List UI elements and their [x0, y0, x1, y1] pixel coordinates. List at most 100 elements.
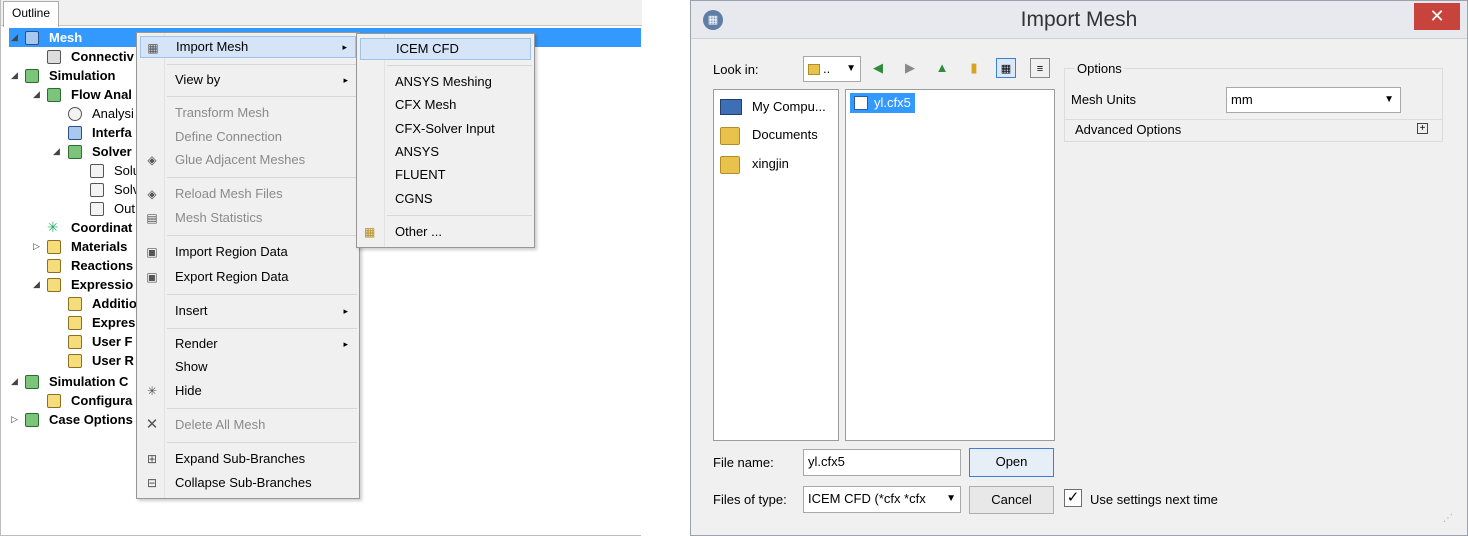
flow-analysis-icon [47, 88, 61, 102]
output-icon [90, 202, 104, 216]
submenu-item-icem-cfd[interactable]: ICEM CFD [360, 38, 531, 60]
context-menu: ▦ Import Mesh ▸ View by ▸ Transform Mesh… [136, 32, 360, 499]
case-options-icon [25, 413, 39, 427]
tree-item-label: User F [92, 334, 133, 349]
menu-separator [387, 215, 532, 216]
submenu-arrow-icon: ▸ [343, 75, 348, 85]
tree-item-label: Materials [71, 239, 128, 254]
mesh-icon [25, 31, 39, 45]
menu-separator [167, 294, 357, 295]
folder-icon: ▦ [364, 225, 376, 239]
tree-item-label: Additio [92, 296, 137, 311]
place-label: Documents [752, 127, 818, 142]
file-name-input[interactable]: yl.cfx5 [803, 449, 961, 476]
menu-item-import-region-data[interactable]: ▣ Import Region Data [140, 241, 356, 263]
dropdown-arrow-icon: ▼ [1384, 94, 1394, 105]
tab-outline[interactable]: Outline [3, 1, 60, 27]
dropdown-arrow-icon: ▼ [944, 487, 956, 511]
file-name-label: File name: [713, 455, 774, 470]
menu-item-view-by[interactable]: View by ▸ [140, 69, 356, 91]
cancel-button[interactable]: Cancel [969, 486, 1054, 514]
menu-item-reload-mesh-files[interactable]: ◈ Reload Mesh Files [140, 183, 356, 205]
collapse-icon[interactable]: ◢ [11, 372, 20, 391]
resize-grip-icon[interactable]: ⋰ [1443, 513, 1453, 524]
options-title: Options [1075, 61, 1124, 76]
collapse-icon[interactable]: ◢ [53, 142, 62, 161]
submenu-item-cfx-solver-input[interactable]: CFX-Solver Input [360, 118, 531, 140]
interface-icon [68, 126, 82, 140]
delete-icon: ✕ [145, 416, 159, 433]
use-settings-checkbox[interactable]: ✓ [1064, 489, 1082, 507]
tree-item-label: Configura [71, 393, 133, 408]
place-xingjin[interactable]: xingjin [714, 152, 838, 178]
back-icon[interactable]: ◀ [868, 58, 888, 78]
place-documents[interactable]: Documents [714, 123, 838, 149]
advanced-options-row[interactable]: Advanced Options + [1064, 120, 1443, 142]
menu-separator [167, 64, 357, 65]
menu-item-insert[interactable]: Insert ▸ [140, 300, 356, 322]
menu-separator [167, 235, 357, 236]
menu-item-show[interactable]: Show [140, 356, 356, 378]
menu-item-import-mesh[interactable]: ▦ Import Mesh ▸ [140, 36, 356, 58]
collapse-icon[interactable]: ◢ [33, 85, 42, 104]
mesh-units-value: mm [1231, 92, 1253, 107]
menu-item-define-connection[interactable]: Define Connection [140, 126, 356, 148]
collapse-icon[interactable]: ◢ [11, 28, 20, 47]
menu-item-label: View by [175, 72, 221, 87]
close-button[interactable]: ✕ [1414, 3, 1460, 30]
submenu-item-cgns[interactable]: CGNS [360, 188, 531, 210]
menu-item-hide[interactable]: ✳ Hide [140, 380, 356, 402]
submenu-item-cfx-mesh[interactable]: CFX Mesh [360, 94, 531, 116]
forward-icon[interactable]: ▶ [900, 58, 920, 78]
menu-item-expand-sub-branches[interactable]: ⊞ Expand Sub-Branches [140, 448, 356, 470]
submenu-arrow-icon: ▸ [342, 42, 347, 52]
reactions-icon [47, 259, 61, 273]
tree-item-label: Simulation [49, 68, 116, 83]
look-in-select[interactable]: .. ▼ [803, 56, 861, 82]
expand-icon[interactable]: ▷ [11, 410, 20, 429]
file-item[interactable]: yl.cfx5 [850, 93, 915, 113]
tree-item-label: Coordinat [71, 220, 133, 235]
menu-separator [167, 96, 357, 97]
menu-item-label: Expand Sub-Branches [175, 451, 306, 466]
menu-item-render[interactable]: Render ▸ [140, 333, 356, 355]
menu-item-label: Export Region Data [175, 269, 289, 284]
expand-icon[interactable]: ▷ [33, 237, 42, 256]
menu-item-label: Reload Mesh Files [175, 186, 283, 201]
place-my-computer[interactable]: My Compu... [714, 94, 838, 120]
menu-item-mesh-statistics[interactable]: ▤ Mesh Statistics [140, 207, 356, 229]
submenu-item-fluent[interactable]: FLUENT [360, 164, 531, 186]
import-mesh-dialog: ▦ Import Mesh ✕ Look in: .. ▼ ◀ ▶ ▲ ▮ ▦ … [690, 0, 1468, 536]
tree-item-label: Solver [92, 144, 132, 159]
menu-item-collapse-sub-branches[interactable]: ⊟ Collapse Sub-Branches [140, 472, 356, 494]
menu-item-label: Glue Adjacent Meshes [175, 152, 306, 167]
detail-view-icon[interactable]: ≡ [1030, 58, 1050, 78]
computer-icon [720, 99, 742, 115]
folder-icon [808, 64, 820, 76]
menu-item-transform-mesh[interactable]: Transform Mesh [140, 102, 356, 124]
list-view-icon[interactable]: ▦ [996, 58, 1016, 78]
submenu-item-ansys-meshing[interactable]: ANSYS Meshing [360, 71, 531, 93]
submenu-item-ansys[interactable]: ANSYS [360, 141, 531, 163]
menu-separator [167, 328, 357, 329]
menu-separator [387, 65, 532, 66]
menu-item-label: Insert [175, 303, 208, 318]
dialog-title: Import Mesh [1020, 8, 1138, 31]
import-region-icon: ▣ [146, 245, 158, 259]
open-button[interactable]: Open [969, 448, 1054, 477]
up-icon[interactable]: ▲ [932, 58, 952, 78]
menu-item-label: Hide [175, 383, 202, 398]
submenu-item-other[interactable]: ▦ Other ... [360, 221, 531, 243]
collapse-icon[interactable]: ◢ [11, 66, 20, 85]
menu-item-export-region-data[interactable]: ▣ Export Region Data [140, 266, 356, 288]
solver-control-icon [90, 183, 104, 197]
expand-icon[interactable]: + [1417, 123, 1428, 134]
collapse-icon[interactable]: ◢ [33, 275, 42, 294]
dialog-titlebar[interactable]: ▦ Import Mesh ✕ [691, 1, 1467, 39]
menu-item-glue-adjacent-meshes[interactable]: ◈ Glue Adjacent Meshes [140, 149, 356, 171]
mesh-units-select[interactable]: mm ▼ [1226, 87, 1401, 113]
mesh-units-label: Mesh Units [1071, 92, 1137, 107]
files-of-type-select[interactable]: ICEM CFD (*cfx *cfx ▼ [803, 486, 961, 513]
menu-item-delete-all-mesh[interactable]: ✕ Delete All Mesh [140, 414, 356, 436]
new-folder-icon[interactable]: ▮ [964, 58, 984, 78]
